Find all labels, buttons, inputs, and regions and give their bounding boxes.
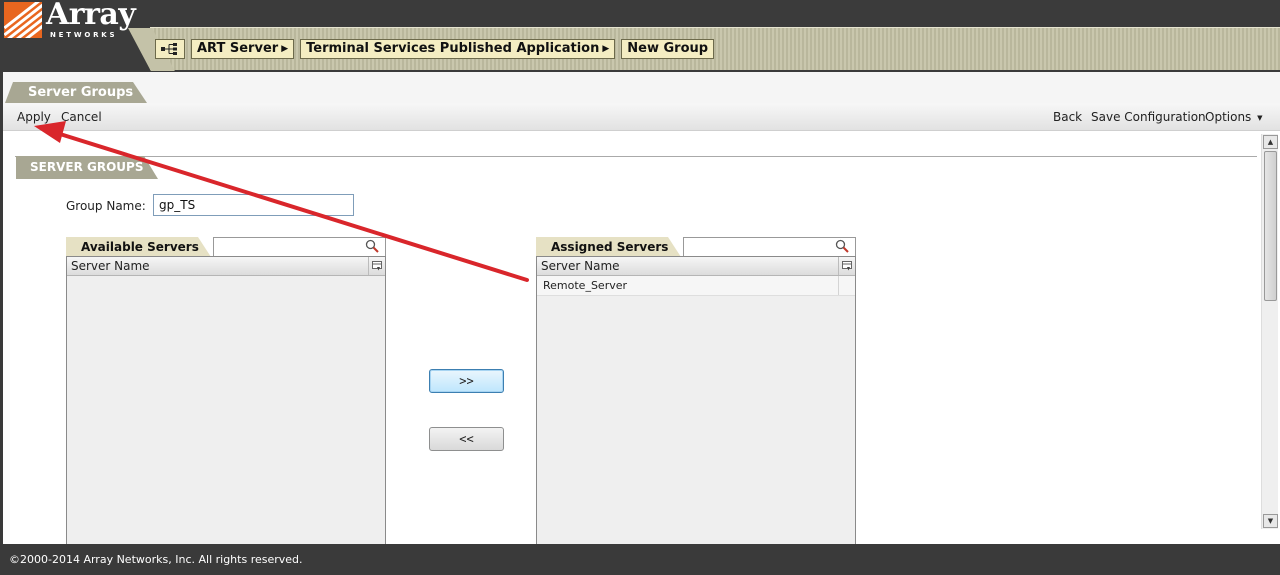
scroll-up-icon[interactable]: ▲ xyxy=(1263,135,1278,149)
available-servers-tab: Available Servers xyxy=(66,237,211,257)
main-panel: Server Groups Apply Cancel Back Save Con… xyxy=(3,72,1280,544)
scrollbar-thumb[interactable] xyxy=(1264,151,1277,301)
column-settings-icon[interactable] xyxy=(838,257,855,275)
cancel-button[interactable]: Cancel xyxy=(61,110,102,124)
top-banner: Array NETWORKS ART Server ▶ Terminal Ser… xyxy=(0,0,1280,70)
options-menu[interactable]: Options ▼ xyxy=(1205,110,1263,124)
group-name-input[interactable] xyxy=(153,194,354,216)
logo-subtitle: NETWORKS xyxy=(50,31,118,39)
search-icon[interactable] xyxy=(835,239,849,253)
breadcrumb-art-server[interactable]: ART Server ▶ xyxy=(191,39,295,59)
vertical-scrollbar[interactable]: ▲ ▼ xyxy=(1261,134,1278,529)
section-divider xyxy=(15,156,1257,157)
assigned-column-header[interactable]: Server Name xyxy=(537,257,855,276)
action-toolbar: Apply Cancel Back Save Configuration Opt… xyxy=(3,103,1280,131)
caret-right-icon: ▶ xyxy=(602,44,610,54)
server-name-cell: Remote_Server xyxy=(543,279,628,292)
logo-wordmark: Array xyxy=(46,0,136,32)
assigned-servers-tab: Assigned Servers xyxy=(536,237,681,257)
available-list-body xyxy=(67,276,385,544)
network-tree-icon xyxy=(161,43,177,55)
array-logo: Array NETWORKS xyxy=(4,0,144,42)
breadcrumb-label: New Group xyxy=(627,41,709,56)
assigned-search-field[interactable] xyxy=(683,237,856,256)
search-icon[interactable] xyxy=(365,239,379,253)
available-column-header[interactable]: Server Name xyxy=(67,257,385,276)
breadcrumb-label: Terminal Services Published Application xyxy=(306,41,600,56)
available-search-field[interactable] xyxy=(213,237,386,256)
save-configuration-button[interactable]: Save Configuration xyxy=(1091,110,1206,124)
breadcrumb: ART Server ▶ Terminal Services Published… xyxy=(155,39,715,59)
add-server-button[interactable]: >> xyxy=(429,369,504,393)
column-settings-icon[interactable] xyxy=(368,257,385,275)
breadcrumb-published-application[interactable]: Terminal Services Published Application … xyxy=(300,39,616,59)
options-label: Options xyxy=(1205,110,1252,124)
remove-server-button[interactable]: << xyxy=(429,427,504,451)
available-servers-list[interactable]: Server Name xyxy=(66,256,386,544)
form-content: SERVER GROUPS Group Name: Available Serv… xyxy=(3,132,1259,544)
breadcrumb-home[interactable] xyxy=(155,39,185,59)
footer-copyright: ©2000-2014 Array Networks, Inc. All righ… xyxy=(0,544,1280,575)
group-name-label: Group Name: xyxy=(66,199,146,213)
assigned-servers-list[interactable]: Server Name Remote_Server xyxy=(536,256,856,544)
caret-right-icon: ▶ xyxy=(281,44,289,54)
caret-down-icon: ▼ xyxy=(1257,113,1263,122)
breadcrumb-label: ART Server xyxy=(197,41,279,56)
row-end-cell xyxy=(838,276,855,295)
column-label: Server Name xyxy=(71,259,150,273)
logo-mark-icon xyxy=(4,2,42,38)
apply-button[interactable]: Apply xyxy=(17,110,51,124)
breadcrumb-new-group[interactable]: New Group xyxy=(621,39,715,59)
page-tab-row: Server Groups xyxy=(3,72,1280,103)
tab-server-groups[interactable]: Server Groups xyxy=(5,82,147,103)
column-label: Server Name xyxy=(541,259,620,273)
assigned-list-body: Remote_Server xyxy=(537,276,855,544)
table-row[interactable]: Remote_Server xyxy=(537,276,855,296)
section-title: SERVER GROUPS xyxy=(16,156,158,179)
scroll-down-icon[interactable]: ▼ xyxy=(1263,514,1278,528)
back-button[interactable]: Back xyxy=(1053,110,1082,124)
